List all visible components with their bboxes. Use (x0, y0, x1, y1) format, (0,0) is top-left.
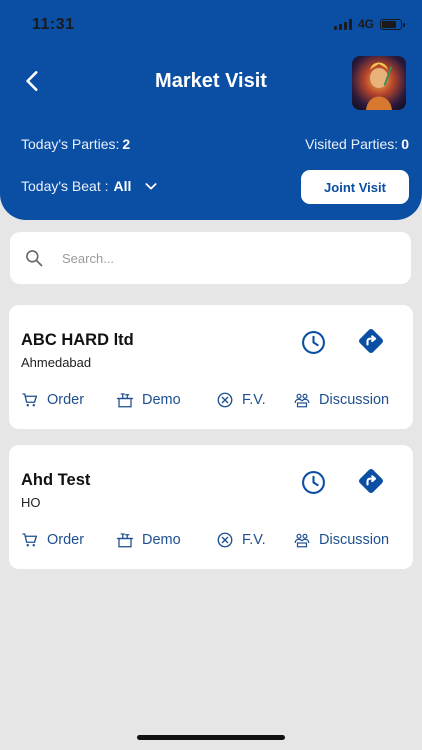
demo-label: Demo (142, 392, 181, 408)
demo-button[interactable]: Demo (116, 391, 181, 409)
party-actions: Order Demo F.V. Discussion (21, 391, 406, 411)
clock-icon[interactable] (301, 470, 326, 495)
party-location: Ahmedabad (21, 355, 92, 370)
demo-button[interactable]: Demo (116, 531, 181, 549)
discussion-icon (294, 533, 310, 548)
order-button[interactable]: Order (21, 391, 84, 409)
cancel-circle-icon (217, 392, 233, 408)
search-input[interactable] (62, 250, 362, 266)
joint-visit-button[interactable]: Joint Visit (301, 170, 409, 204)
order-label: Order (47, 532, 85, 548)
fv-button[interactable]: F.V. (216, 531, 266, 549)
party-name: ABC HARD ltd (21, 331, 134, 349)
status-indicators: 4G (333, 17, 405, 31)
visited-parties: Visited Parties: 0 (305, 136, 409, 152)
status-time: 11:31 (32, 16, 75, 33)
discussion-icon (294, 393, 310, 408)
direction-icon[interactable] (357, 327, 385, 355)
party-card[interactable]: Ahd Test HO Order Demo F.V. Discussion (9, 445, 413, 569)
discussion-button[interactable]: Discussion (293, 391, 389, 409)
todays-parties: Today's Parties: 2 (21, 136, 131, 152)
discussion-button[interactable]: Discussion (293, 531, 389, 549)
demo-label: Demo (142, 532, 181, 548)
home-indicator[interactable] (137, 735, 285, 740)
party-name: Ahd Test (21, 471, 91, 489)
signal-icon (333, 18, 352, 30)
party-actions: Order Demo F.V. Discussion (21, 531, 406, 551)
avatar[interactable] (352, 56, 406, 110)
search-icon (26, 250, 43, 267)
beat-label: Today's Beat : (21, 178, 109, 194)
header: 11:31 4G Market Visit Today's Parties: 2 … (0, 0, 422, 220)
cancel-circle-icon (217, 532, 233, 548)
party-stats: Today's Parties: 2 Visited Parties: 0 (21, 136, 409, 152)
discussion-label: Discussion (319, 392, 390, 408)
status-bar: 11:31 4G (0, 0, 422, 44)
cart-icon (22, 533, 38, 547)
demo-icon (116, 393, 134, 408)
search-box[interactable] (10, 232, 411, 284)
fv-label: F.V. (242, 532, 266, 548)
clock-icon[interactable] (301, 330, 326, 355)
order-button[interactable]: Order (21, 531, 84, 549)
network-type: 4G (357, 17, 374, 31)
demo-icon (116, 533, 134, 548)
fv-button[interactable]: F.V. (216, 391, 266, 409)
fv-label: F.V. (242, 392, 266, 408)
beat-selector[interactable]: Today's Beat : All (21, 178, 159, 194)
party-location: HO (21, 495, 41, 510)
party-card[interactable]: ABC HARD ltd Ahmedabad Order Demo F.V. D… (9, 305, 413, 429)
beat-value: All (113, 178, 132, 194)
battery-icon (380, 18, 405, 30)
order-label: Order (47, 392, 85, 408)
cart-icon (22, 393, 38, 407)
discussion-label: Discussion (319, 532, 390, 548)
chevron-down-icon[interactable] (143, 178, 159, 194)
direction-icon[interactable] (357, 467, 385, 495)
